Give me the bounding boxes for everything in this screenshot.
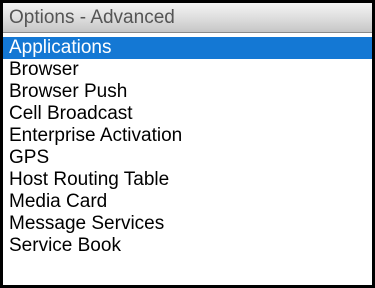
- list-item-service-book[interactable]: Service Book: [3, 235, 372, 257]
- list-item-applications[interactable]: Applications: [3, 37, 372, 59]
- list-item-host-routing-table[interactable]: Host Routing Table: [3, 169, 372, 191]
- list-item-media-card[interactable]: Media Card: [3, 191, 372, 213]
- list-item-browser-push[interactable]: Browser Push: [3, 81, 372, 103]
- title-bar: Options - Advanced: [3, 3, 372, 33]
- list-item-browser[interactable]: Browser: [3, 59, 372, 81]
- options-screen: Options - Advanced Applications Browser …: [3, 3, 372, 285]
- options-list: Applications Browser Browser Push Cell B…: [3, 37, 372, 257]
- list-item-enterprise-activation[interactable]: Enterprise Activation: [3, 125, 372, 147]
- list-item-gps[interactable]: GPS: [3, 147, 372, 169]
- list-item-message-services[interactable]: Message Services: [3, 213, 372, 235]
- list-item-cell-broadcast[interactable]: Cell Broadcast: [3, 103, 372, 125]
- screen-title: Options - Advanced: [9, 7, 175, 28]
